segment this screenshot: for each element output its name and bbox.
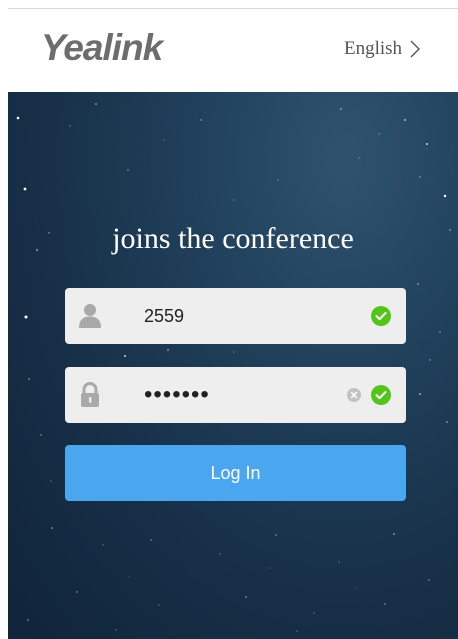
starry-background: [16, 103, 451, 632]
page-title: joins the conference: [112, 222, 354, 255]
meeting-id-field[interactable]: 2559: [65, 288, 406, 344]
chevron-right-icon: [410, 40, 421, 58]
check-circle-icon: [371, 306, 391, 326]
clear-icon[interactable]: [347, 388, 361, 402]
meeting-id-value: 2559: [144, 306, 185, 326]
yealink-logo: Yealink: [41, 27, 163, 68]
login-panel: joins the conference 2559 ••••••• Log In: [8, 92, 458, 639]
password-value: •••••••: [144, 381, 210, 408]
check-circle-icon: [371, 385, 391, 405]
user-icon: [78, 303, 102, 329]
lock-icon: [78, 382, 102, 408]
password-field[interactable]: •••••••: [65, 367, 406, 423]
language-selector[interactable]: English: [344, 38, 421, 60]
login-button[interactable]: Log In: [65, 445, 406, 501]
language-label: English: [344, 38, 403, 59]
header: Yealink English: [8, 9, 458, 92]
